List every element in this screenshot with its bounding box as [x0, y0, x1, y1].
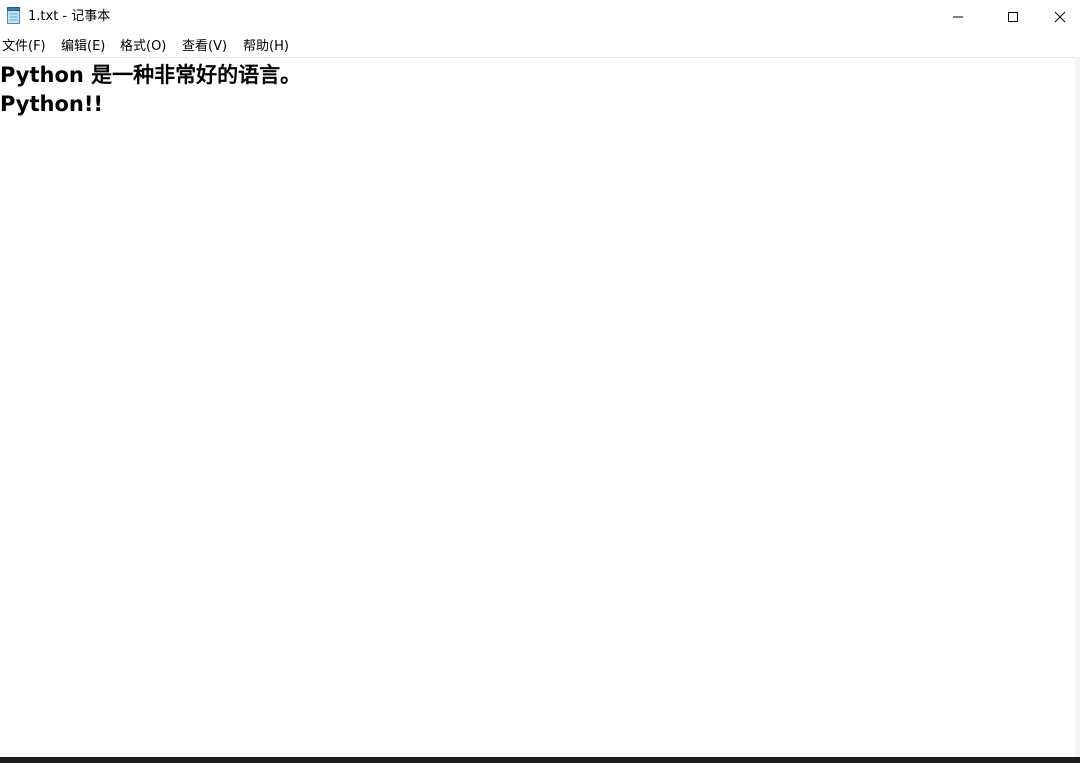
menu-edit[interactable]: 编辑(E)	[61, 38, 105, 55]
menu-bar: 文件(F) 编辑(E) 格式(O) 查看(V) 帮助(H)	[0, 36, 1080, 56]
notepad-window: 1.txt - 记事本 文件(F) 编辑(E) 格式(O) 查看(V) 帮助(H…	[0, 0, 1080, 763]
scrollbar[interactable]	[1075, 57, 1080, 757]
maximize-button[interactable]	[985, 0, 1041, 33]
editor-line: Python 是一种非常好的语言。	[0, 63, 302, 87]
window-title: 1.txt - 记事本	[28, 9, 111, 24]
notepad-icon	[6, 7, 22, 25]
text-editor[interactable]: Python 是一种非常好的语言。 Python!!	[0, 57, 1075, 758]
title-bar[interactable]: 1.txt - 记事本	[0, 0, 1080, 33]
menu-view[interactable]: 查看(V)	[182, 38, 227, 55]
editor-line: Python!!	[0, 92, 103, 116]
menu-format[interactable]: 格式(O)	[120, 38, 166, 55]
menu-file[interactable]: 文件(F)	[2, 38, 46, 55]
taskbar	[0, 757, 1080, 763]
close-button[interactable]	[1040, 0, 1080, 33]
minimize-button[interactable]	[930, 0, 986, 33]
menu-help[interactable]: 帮助(H)	[243, 38, 289, 55]
